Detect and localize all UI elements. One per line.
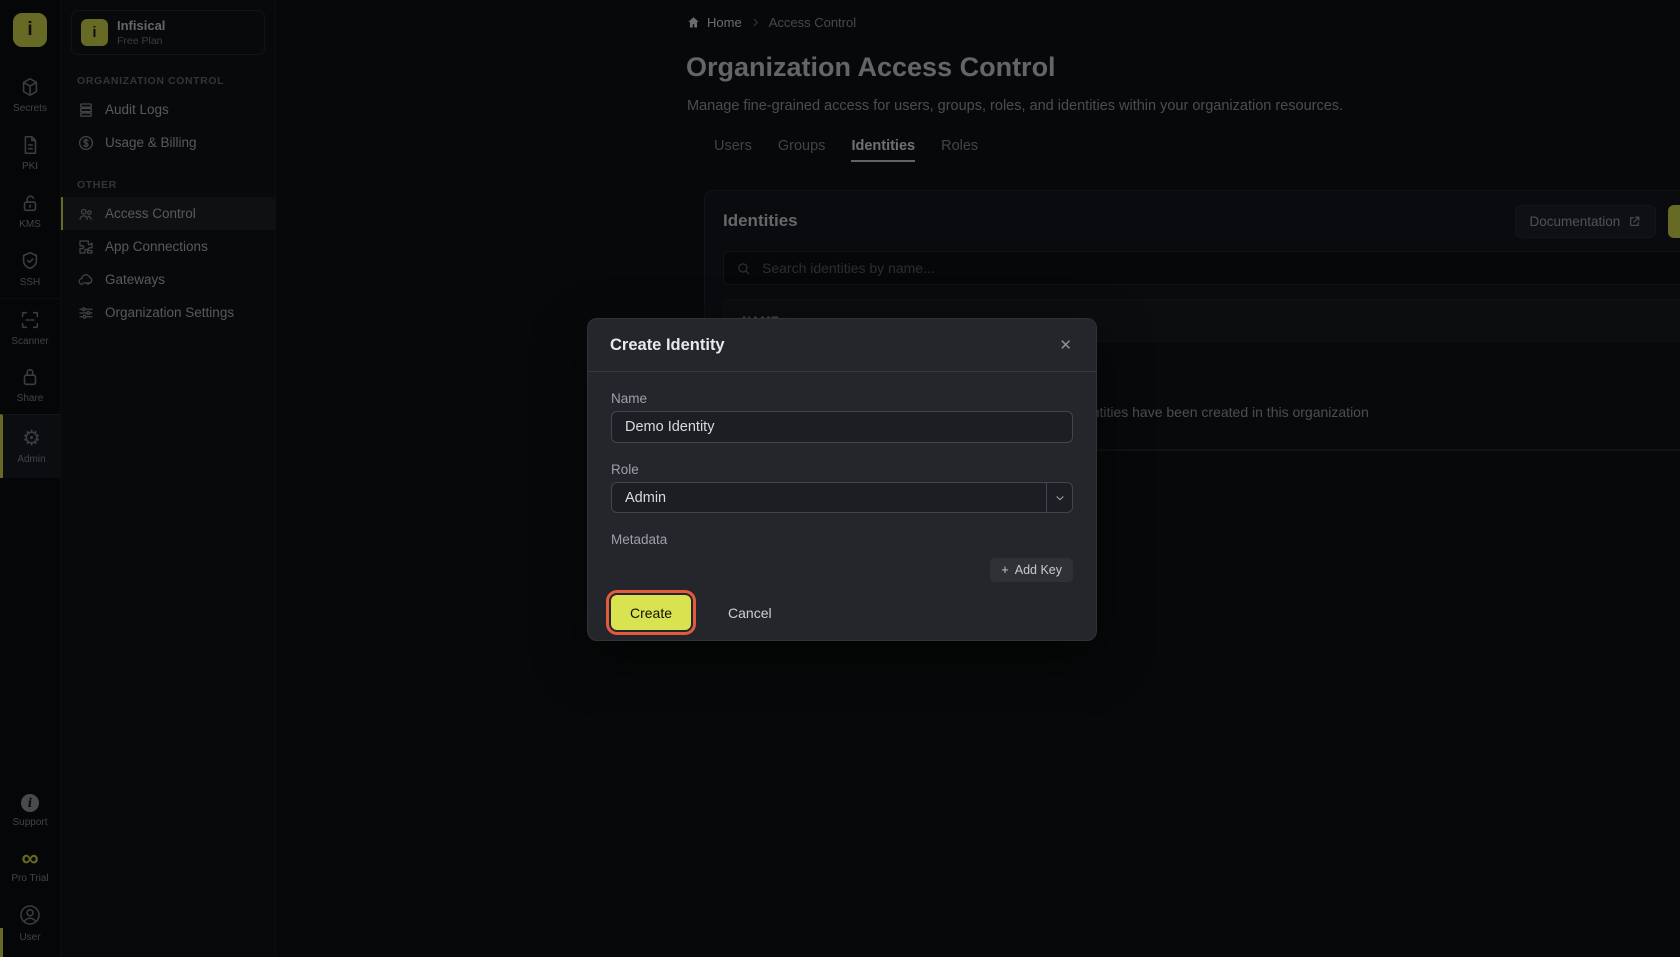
role-field-label: Role <box>611 462 1073 477</box>
modal-close-button[interactable]: ✕ <box>1057 334 1074 356</box>
modal-footer: Create Cancel <box>611 595 1073 630</box>
role-selected-value: Admin <box>625 490 666 506</box>
create-identity-modal: Create Identity ✕ Name Role Admin Metada… <box>587 318 1097 641</box>
metadata-field-label: Metadata <box>611 532 1073 547</box>
name-field-label: Name <box>611 391 1073 406</box>
create-button[interactable]: Create <box>611 595 691 630</box>
add-key-label: Add Key <box>1015 563 1062 577</box>
plus-icon: + <box>1001 563 1008 577</box>
infisical-app: i Secrets PKI KMS SSH Scanner <box>0 0 1680 957</box>
chevron-down-icon <box>1046 483 1072 512</box>
modal-header: Create Identity ✕ <box>588 319 1096 372</box>
cancel-button[interactable]: Cancel <box>722 604 778 622</box>
role-select[interactable]: Admin <box>611 482 1073 513</box>
modal-body: Name Role Admin Metadata + Add Key Creat… <box>588 391 1096 630</box>
modal-title: Create Identity <box>610 336 725 355</box>
close-icon: ✕ <box>1059 337 1072 354</box>
identity-name-input[interactable] <box>611 411 1073 443</box>
metadata-actions-row: + Add Key <box>611 558 1073 582</box>
add-key-button[interactable]: + Add Key <box>990 558 1073 582</box>
